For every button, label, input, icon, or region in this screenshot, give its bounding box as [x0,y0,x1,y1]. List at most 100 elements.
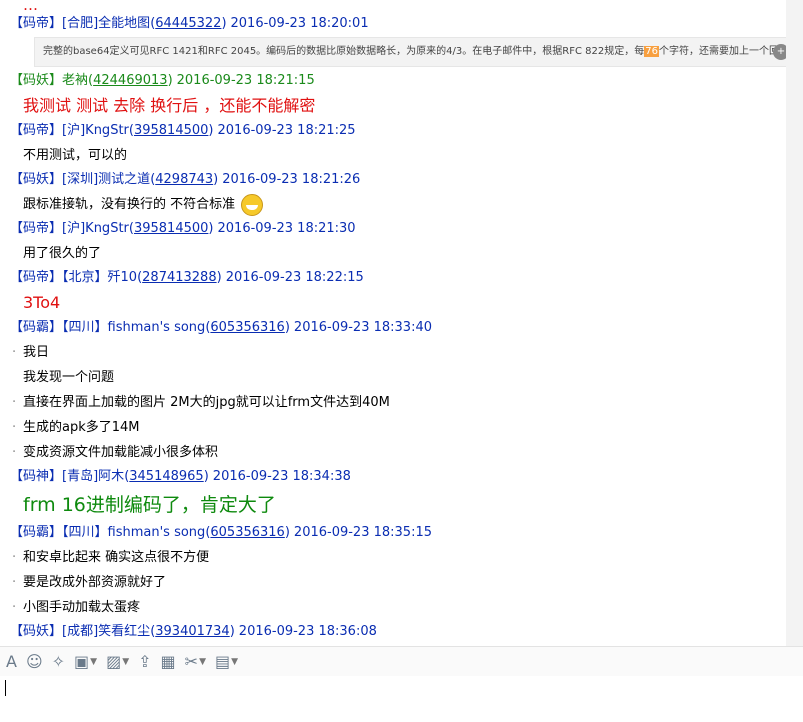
message-text: 变成资源文件加载能减小很多体积 [23,445,219,460]
member-nickname: 歼10 [107,270,138,285]
member-nickname: 测试之道 [98,172,151,187]
chat-message: 【码霸】【四川】fishman's song(605356316) 2016-09… [0,521,786,620]
share-button[interactable]: ⇪ [138,652,151,671]
screenshot-button[interactable]: ▣ ▼ [74,652,97,671]
scrollbar[interactable] [786,0,803,646]
message-line: 跟标准接轨，没有换行的 不符合标准 [10,192,786,217]
message-timestamp: 2016-09-23 18:21:15 [176,73,315,88]
scissors-icon: ✂ [184,652,199,671]
message-text: 我发现一个问题 [23,370,115,385]
grin-emoji [241,193,264,216]
member-region: 【四川】 [62,525,108,540]
message-line: 生成的apk多了14M [10,415,786,440]
member-nickname: fishman's song [107,525,206,540]
message-text: 和安卓比起来 确实这点很不方便 [23,550,210,565]
image-button[interactable]: ▨ ▼ [106,652,129,671]
message-header: 【码帝】[沪]KngStr(395814500) 2016-09-23 18:21… [10,217,786,241]
member-region: [青岛] [62,469,99,484]
qq-number-link[interactable]: 605356316 [210,320,284,335]
message-line: frm 16进制编码了，肯定大了 [10,489,786,521]
message-header: 【码帝】[合肥]全能地图(64445322) 2016-09-23 18:20:0… [10,12,786,36]
member-tag: 【码霸】 [10,525,63,540]
message-line: 3To4 [10,290,786,316]
sender-name[interactable]: 【码帝】【北京】歼10(287413288) [10,270,222,285]
member-region: [合肥] [62,16,99,31]
image-text: 完整的base64定义可见RFC 1421和RFC 2045。编码后的数据比原始… [35,46,786,57]
message-header: 【码霸】【四川】fishman's song(605356316) 2016-09… [10,521,786,545]
cutoff-message: … [23,0,38,12]
chat-message: 【码妖】[成都]笑看红尘(393401734) 2016-09-23 18:36:… [0,620,786,646]
member-region: 【北京】 [62,270,108,285]
message-text: 要是改成外部资源就好了 [23,575,167,590]
qq-number-link[interactable]: 395814500 [134,123,208,138]
member-tag: 【码妖】 [10,73,63,88]
message-text: 不用测试，可以的 [23,148,128,163]
chevron-down-icon[interactable]: ▼ [122,657,129,667]
message-line: 我发现一个问题 [10,365,786,390]
qq-number-link[interactable]: 393401734 [155,624,229,639]
member-region: [深圳] [62,172,99,187]
member-tag: 【码霸】 [10,320,63,335]
qq-number-link[interactable]: 4298743 [155,172,213,187]
magic-wand-icon: ✧ [51,652,66,671]
message-text: 小图手动加载太蛋疼 [23,600,141,615]
message-line: 要是改成外部资源就好了 [10,570,786,595]
message-timestamp: 2016-09-23 18:36:08 [238,624,377,639]
text-caret [5,680,6,696]
message-text: 直接在界面上加载的图片 2M大的jpg就可以让frm文件达到40M [23,395,390,410]
member-tag: 【码帝】 [10,16,63,31]
message-timestamp: 2016-09-23 18:21:30 [217,221,356,236]
member-region: [沪] [62,221,86,236]
qq-number-link[interactable]: 345148965 [129,469,203,484]
message-header: 【码帝】[沪]KngStr(395814500) 2016-09-23 18:21… [10,119,786,143]
message-record-icon: ▤ [215,652,231,671]
chat-message: 【码帝】[沪]KngStr(395814500) 2016-09-23 18:21… [0,217,786,266]
message-text: 3To4 [23,293,61,312]
scissors-button[interactable]: ✂ ▼ [185,652,206,671]
message-line: 和安卓比起来 确实这点很不方便 [10,545,786,570]
qq-number-link[interactable]: 64445322 [155,16,221,31]
chat-message: 【码帝】[沪]KngStr(395814500) 2016-09-23 18:21… [0,119,786,168]
message-header: 【码妖】[成都]笑看红尘(393401734) 2016-09-23 18:36:… [10,620,786,644]
message-timestamp: 2016-09-23 18:21:25 [217,123,356,138]
font-button[interactable]: A [6,652,17,671]
sender-name[interactable]: 【码霸】【四川】fishman's song(605356316) [10,320,290,335]
member-tag: 【码帝】 [10,270,63,285]
sender-name[interactable]: 【码妖】[深圳]测试之道(4298743) [10,172,218,187]
member-tag: 【码妖】 [10,172,63,187]
member-nickname: KngStr [85,123,129,138]
qq-number-link[interactable]: 424469013 [93,73,167,88]
message-input[interactable] [0,676,803,722]
member-region: [成都] [62,624,99,639]
image-attachment[interactable]: 完整的base64定义可见RFC 1421和RFC 2045。编码后的数据比原始… [34,37,786,67]
chat-message: 【码神】[青岛]阿木(345148965) 2016-09-23 18:34:38… [0,465,786,521]
member-tag: 【码帝】 [10,123,63,138]
message-timestamp: 2016-09-23 18:20:01 [230,16,369,31]
chevron-down-icon[interactable]: ▼ [199,657,206,667]
sender-name[interactable]: 【码帝】[沪]KngStr(395814500) [10,123,214,138]
gift-button[interactable]: ▦ [161,652,176,671]
sender-name[interactable]: 【码神】[青岛]阿木(345148965) [10,469,209,484]
magic-wand-button[interactable]: ✧ [52,652,65,671]
zoom-icon[interactable]: + [773,44,786,60]
chat-message: 【码霸】【四川】fishman's song(605356316) 2016-09… [0,316,786,465]
qq-number-link[interactable]: 287413288 [142,270,216,285]
sender-name[interactable]: 【码霸】【四川】fishman's song(605356316) [10,525,290,540]
sender-name[interactable]: 【码妖】[成都]笑看红尘(393401734) [10,624,235,639]
message-text: 用了很久的了 [23,246,102,261]
chevron-down-icon[interactable]: ▼ [231,657,238,667]
image-icon: ▨ [106,652,122,671]
image-text-highlight: 76 [644,46,659,57]
message-timestamp: 2016-09-23 18:35:15 [293,525,432,540]
qq-number-link[interactable]: 395814500 [134,221,208,236]
chevron-down-icon[interactable]: ▼ [90,657,97,667]
message-text: frm 16进制编码了，肯定大了 [23,494,276,516]
message-text: 生成的apk多了14M [23,420,140,435]
sender-name[interactable]: 【码帝】[沪]KngStr(395814500) [10,221,214,236]
qq-number-link[interactable]: 605356316 [210,525,284,540]
sender-name[interactable]: 【码妖】老衲(424469013) [10,73,173,88]
member-region: [沪] [62,123,86,138]
emoji-button[interactable]: ☺ [26,652,43,671]
sender-name[interactable]: 【码帝】[合肥]全能地图(64445322) [10,16,227,31]
message-record-button[interactable]: ▤ ▼ [215,652,238,671]
